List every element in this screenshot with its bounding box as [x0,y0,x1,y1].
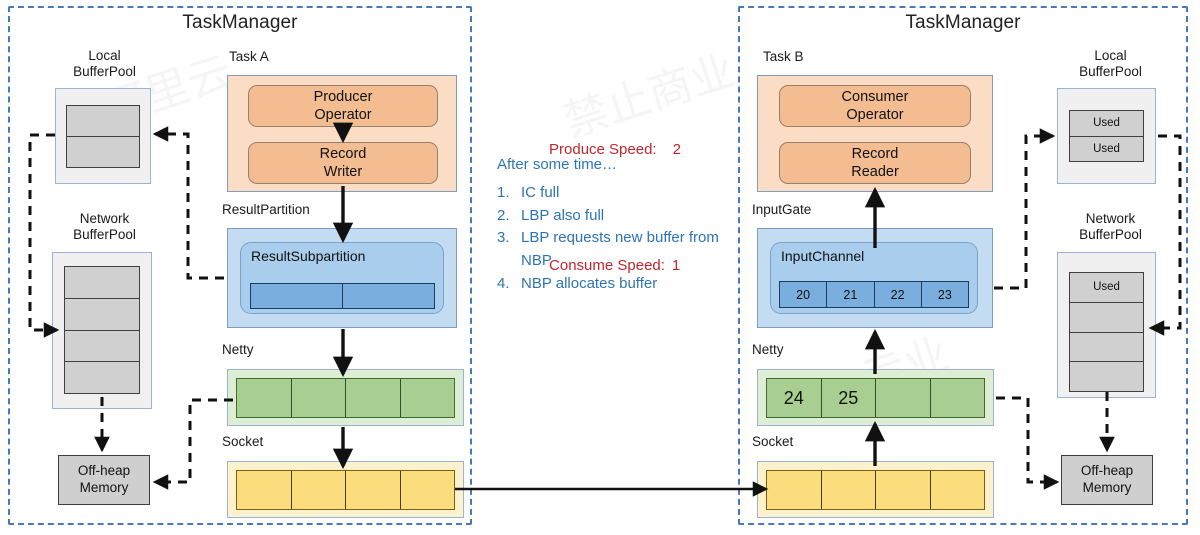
right-input-gate-label: InputGate [752,202,812,217]
buffer-cell [237,471,292,509]
step-item: 4. NBP allocates buffer [497,273,747,296]
right-operator-consumer: Consumer Operator [779,85,971,127]
buffer-cell [931,471,985,509]
right-netty-cells: 24 25 [766,378,985,418]
buffer-cell [346,471,401,509]
buffer-cell: 24 [767,379,822,417]
left-network-bufferpool-label: Network BufferPool [73,211,136,243]
right-off-heap-memory-label: Off-heap Memory [1080,463,1134,495]
left-operator-producer: Producer Operator [248,85,438,127]
step-item: 3. LBP requests new buffer from NBP [497,227,747,273]
left-operator-record-writer: Record Writer [248,142,438,184]
buffer-cell [65,331,139,363]
buffer-cell [67,106,139,137]
left-network-bufferpool-cells [64,266,140,394]
buffer-cell [876,471,931,509]
right-task-label: Task B [763,49,804,64]
step-item: 2. LBP also full [497,205,747,228]
step-number: 1. [497,183,510,201]
buffer-cell [65,362,139,393]
right-taskmanager-title: TaskManager [905,12,1021,33]
right-input-channel-cells: 20 21 22 23 [779,281,969,308]
right-operator-record-reader-label: Record Reader [851,145,899,180]
buffer-cell [346,379,401,417]
step-number: 3. [497,229,510,247]
left-socket-cells [236,470,455,510]
steps-annotation: After some time… 1. IC full 2. LBP also … [497,154,747,296]
buffer-cell [292,471,346,509]
buffer-cell: Used [1093,142,1120,155]
buffer-cell: 25 [822,379,876,417]
buffer-cell [292,379,346,417]
buffer-cell [1070,362,1143,391]
left-netty-label: Netty [222,342,254,357]
right-off-heap-memory: Off-heap Memory [1061,455,1153,505]
right-operator-record-reader: Record Reader [779,142,971,184]
steps-list: 1. IC full 2. LBP also full 3. LBP reque… [497,182,747,296]
buffer-cell [251,284,343,308]
step-number: 4. [497,274,510,292]
right-network-bufferpool-label: Network BufferPool [1079,211,1142,243]
step-text: LBP also full [521,206,605,224]
left-operator-producer-label: Producer Operator [313,88,373,123]
buffer-cell [767,471,822,509]
diagram-canvas: 阿里云 禁止商业 禁止 专业 TaskManager Local BufferP… [0,0,1200,535]
left-netty-cells [236,378,455,418]
buffer-cell [1070,303,1143,333]
left-result-subpartition-cells [250,283,435,309]
left-result-subpartition-label: ResultSubpartition [251,248,366,264]
right-network-bufferpool-cells: Used [1069,272,1144,392]
buffer-cell: Used [1070,111,1143,137]
buffer-cell [67,137,139,167]
left-local-bufferpool-cells [66,105,140,168]
buffer-cell [822,471,876,509]
right-operator-consumer-label: Consumer Operator [841,88,909,123]
right-local-bufferpool-label: Local BufferPool [1079,48,1142,80]
left-off-heap-memory: Off-heap Memory [58,455,150,505]
buffer-cell [65,267,139,299]
left-result-partition-label: ResultPartition [222,202,310,217]
right-local-bufferpool-cells: Used Used [1069,110,1144,162]
left-local-bufferpool-label: Local BufferPool [73,48,136,80]
buffer-cell [401,471,455,509]
left-taskmanager-title: TaskManager [182,12,298,33]
step-number: 2. [497,206,510,224]
buffer-cell: 23 [937,287,952,302]
right-input-channel-label: InputChannel [781,248,865,264]
buffer-cell: 22 [875,282,922,307]
buffer-cell [931,379,985,417]
buffer-cell: 21 [827,282,875,307]
buffer-cell: 20 [780,282,828,307]
step-text: LBP requests new buffer from NBP [521,229,719,270]
step-text: IC full [521,183,560,201]
right-socket-label: Socket [752,434,794,449]
steps-header: After some time… [497,156,618,173]
left-operator-record-writer-label: Record Writer [319,145,367,180]
left-off-heap-memory-label: Off-heap Memory [77,463,131,495]
right-socket-cells [766,470,985,510]
buffer-cell: Used [1070,273,1143,303]
step-text: NBP allocates buffer [521,274,658,292]
left-task-label: Task A [229,49,269,64]
buffer-cell [401,379,455,417]
buffer-cell [343,284,434,308]
buffer-cell [65,299,139,331]
buffer-cell [1070,333,1143,363]
step-item: 1. IC full [497,182,747,205]
buffer-cell [237,379,292,417]
left-socket-label: Socket [222,434,264,449]
buffer-cell [876,379,931,417]
right-netty-label: Netty [752,342,784,357]
